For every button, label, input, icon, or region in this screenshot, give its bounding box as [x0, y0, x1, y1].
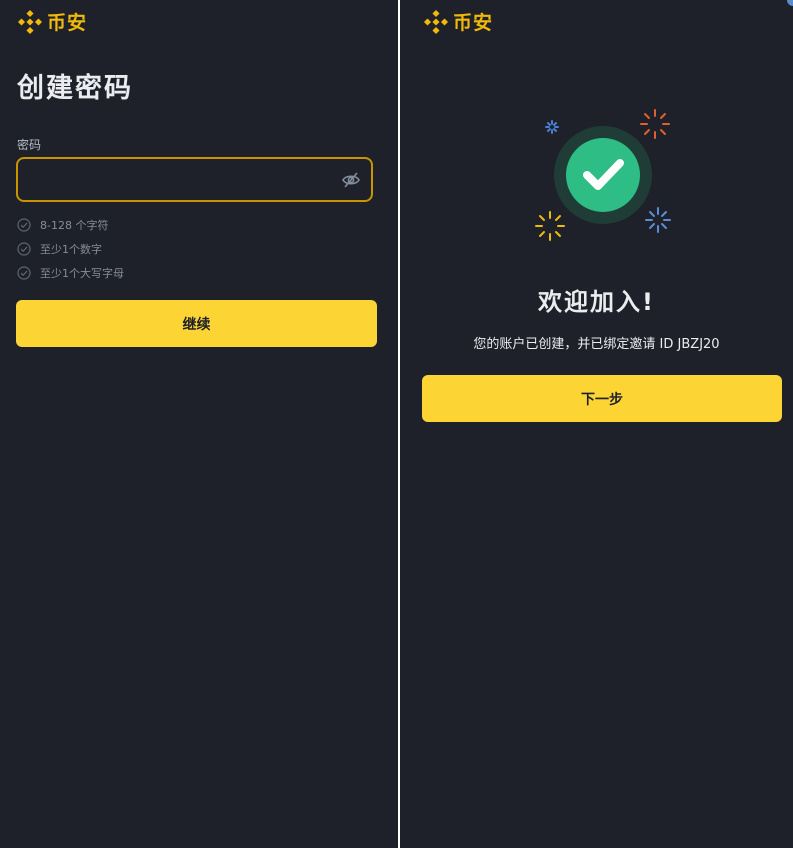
create-password-panel: 币安 创建密码 密码 8-128 个字符 至少1个数字 至少1个大写字母 继续: [0, 0, 398, 848]
binance-logo-icon: [423, 9, 449, 34]
check-circle-icon: [17, 266, 31, 280]
binance-logo-icon: [17, 9, 43, 34]
sparkle-icon: [645, 207, 671, 233]
checkmark-success-icon: [554, 126, 652, 224]
page-title: 创建密码: [17, 73, 133, 104]
logo-text: 币安: [453, 12, 494, 34]
rule-item: 至少1个大写字母: [17, 261, 124, 285]
eye-slash-icon[interactable]: [341, 170, 361, 194]
success-illustration: [530, 105, 675, 245]
rule-item: 至少1个数字: [17, 237, 124, 261]
password-input[interactable]: [28, 167, 332, 195]
welcome-heading: 欢迎加入!: [538, 288, 655, 316]
welcome-description: 您的账户已创建，并已绑定邀请 ID JBZJ20: [473, 337, 720, 352]
sparkle-icon: [640, 109, 670, 139]
rule-text: 至少1个数字: [40, 243, 102, 256]
logo[interactable]: 币安: [17, 8, 87, 35]
check-circle-icon: [17, 218, 31, 232]
logo-text: 币安: [47, 12, 88, 34]
rule-text: 8-128 个字符: [40, 219, 109, 232]
rule-item: 8-128 个字符: [17, 213, 124, 237]
password-field[interactable]: [16, 157, 373, 202]
password-rules: 8-128 个字符 至少1个数字 至少1个大写字母: [17, 213, 124, 285]
continue-button[interactable]: 继续: [16, 300, 377, 347]
welcome-panel: 币安 欢迎加入! 您的账户已创建，并已绑定邀请 ID JBZJ20 下一步: [400, 0, 793, 848]
logo[interactable]: 币安: [423, 8, 493, 35]
rule-text: 至少1个大写字母: [40, 267, 124, 280]
corner-indicator: [787, 0, 793, 6]
sparkle-icon: [545, 120, 559, 134]
next-button[interactable]: 下一步: [422, 375, 782, 422]
check-circle-icon: [17, 242, 31, 256]
sparkle-icon: [535, 211, 565, 241]
password-label: 密码: [17, 138, 42, 152]
